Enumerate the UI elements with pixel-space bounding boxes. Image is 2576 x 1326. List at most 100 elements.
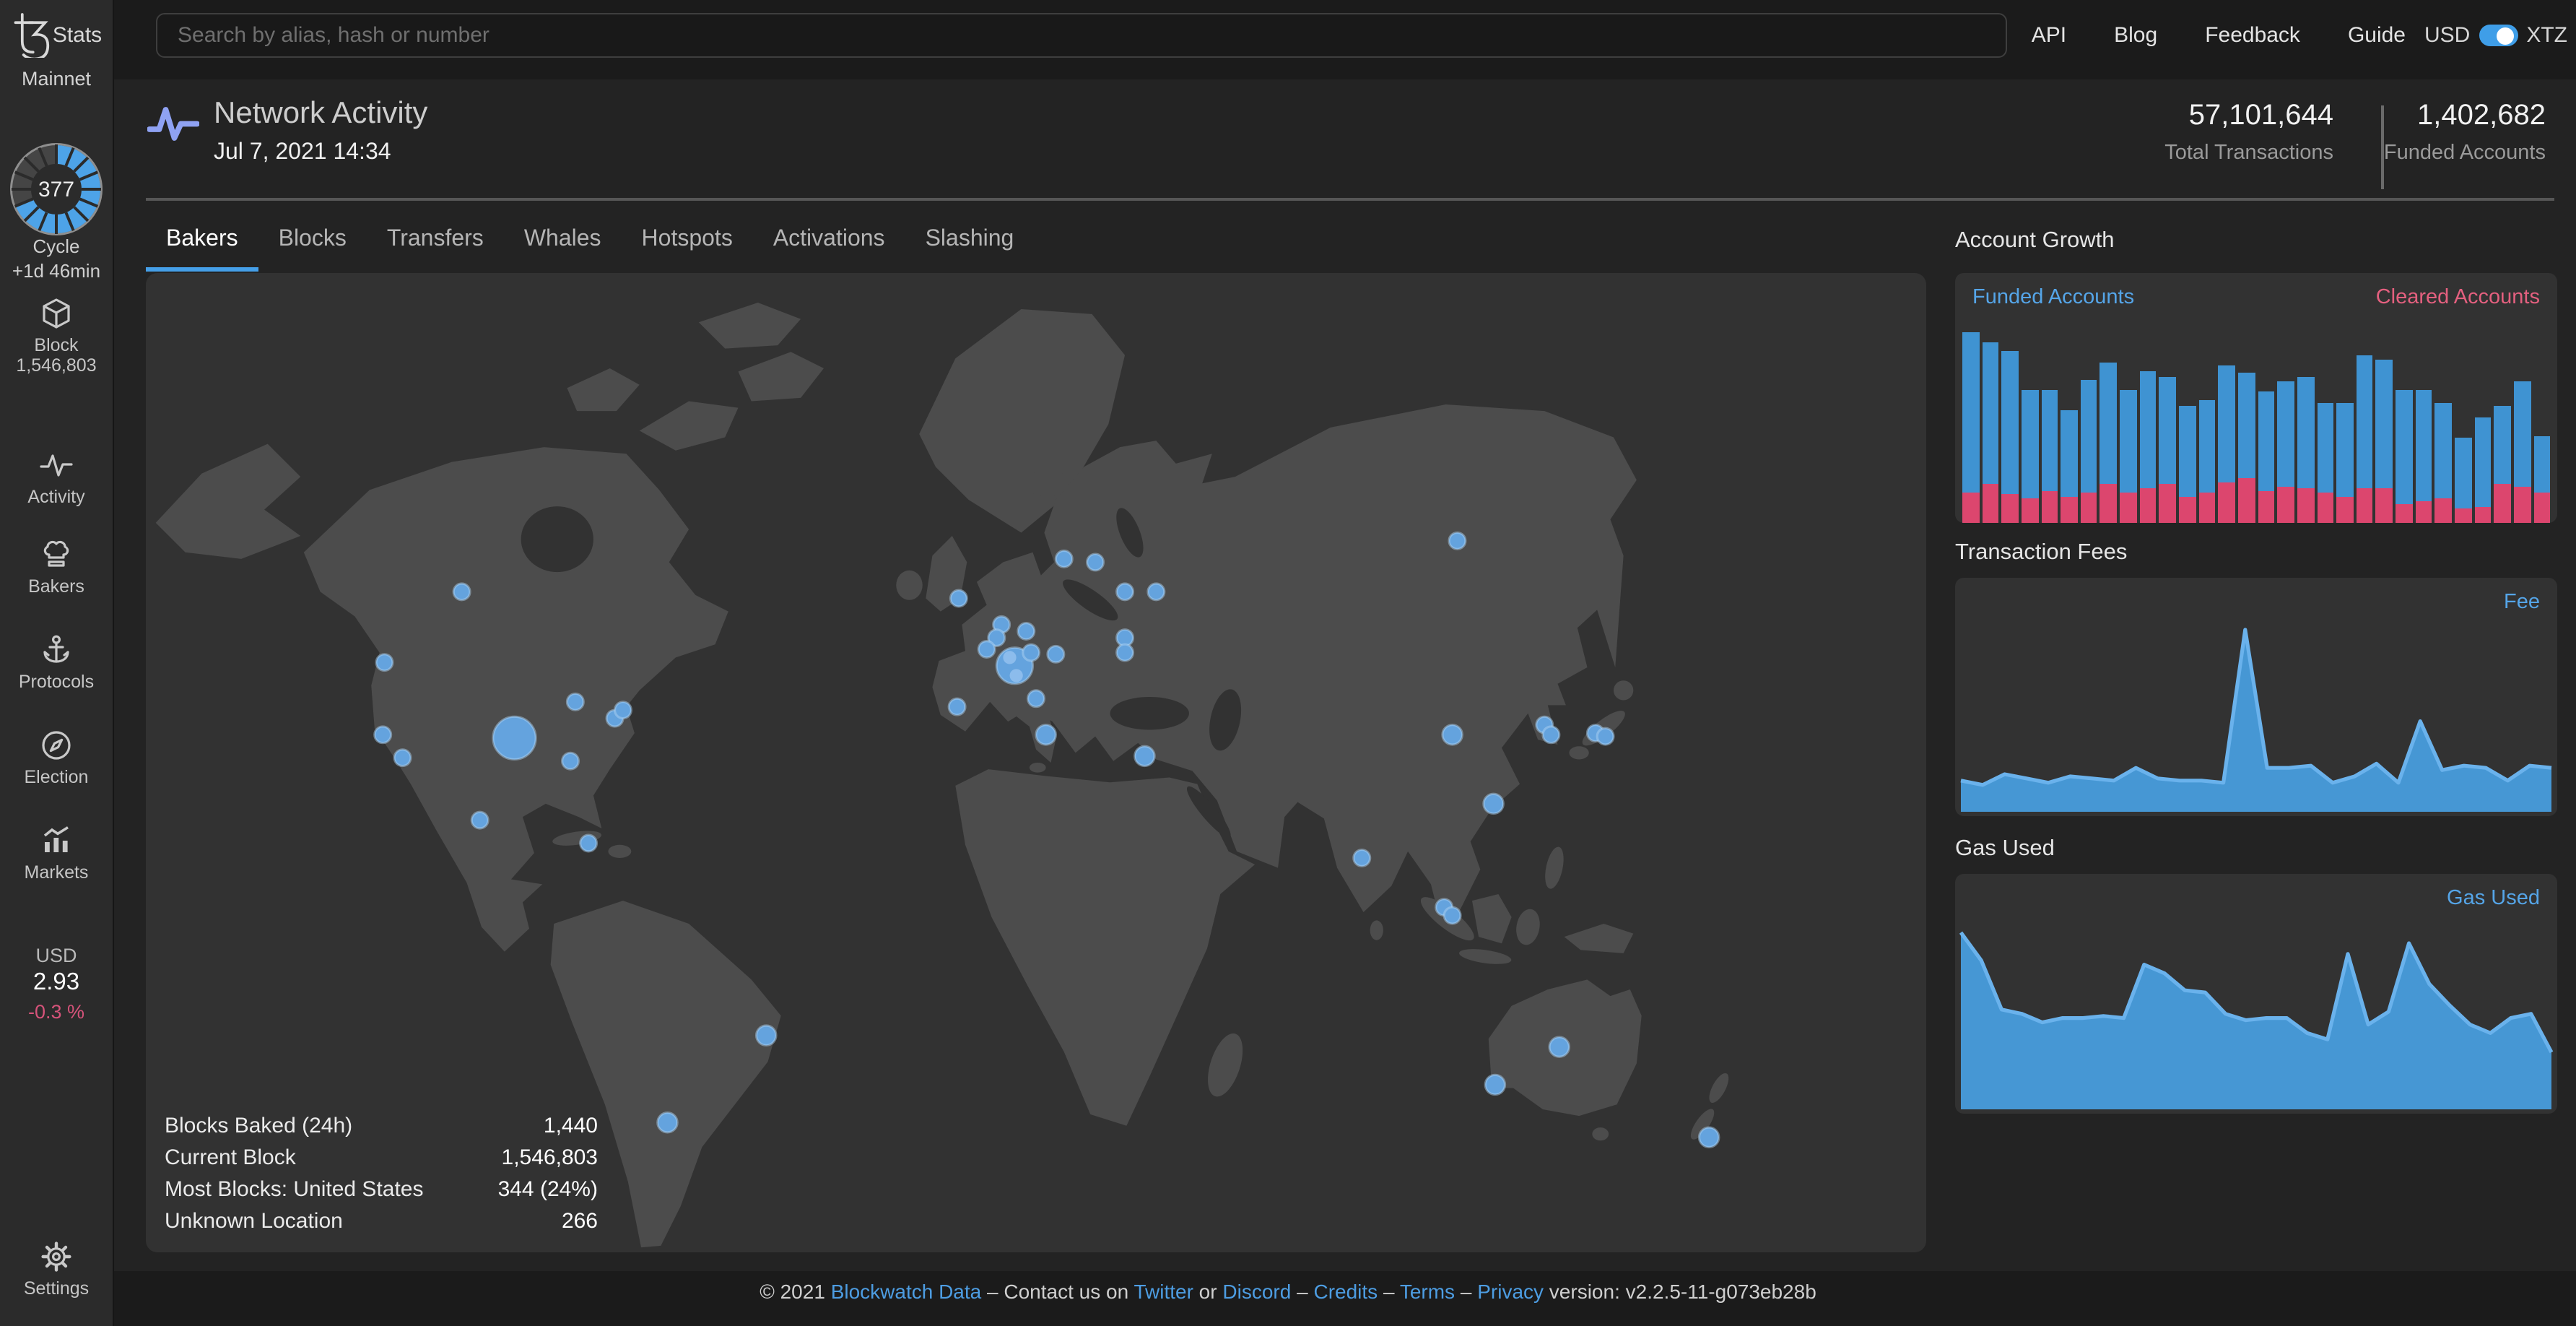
baker-dot[interactable] <box>1135 746 1154 766</box>
baker-dot[interactable] <box>1117 584 1133 600</box>
baker-dot[interactable] <box>1354 850 1370 867</box>
currency-xtz-label: XTZ <box>2526 23 2567 48</box>
sidebar-item-markets[interactable]: Markets <box>0 823 113 883</box>
pulse-icon <box>39 448 74 482</box>
footer-link-terms[interactable]: Terms <box>1400 1280 1455 1303</box>
gas-used-chart[interactable]: Gas Used <box>1955 874 2557 1114</box>
baker-dot[interactable] <box>1087 554 1104 571</box>
growth-bar <box>2002 321 2019 523</box>
baker-dot[interactable] <box>950 590 967 607</box>
tab-whales[interactable]: Whales <box>504 218 622 272</box>
baker-dot[interactable] <box>375 727 391 743</box>
currency-usd-label: USD <box>2424 23 2470 48</box>
gear-icon <box>39 1239 74 1274</box>
cycle-gauge[interactable]: 377 <box>9 142 104 237</box>
growth-bar <box>2100 321 2117 523</box>
baker-dot[interactable] <box>1543 727 1559 743</box>
baker-dot[interactable] <box>1028 690 1045 707</box>
tab-blocks[interactable]: Blocks <box>258 218 367 272</box>
growth-bar <box>2317 321 2333 523</box>
baker-dot[interactable] <box>1056 551 1072 568</box>
growth-bar <box>2061 321 2077 523</box>
baker-dot[interactable] <box>1023 644 1040 661</box>
footer-text: © 2021 <box>760 1280 831 1303</box>
baker-dot[interactable] <box>658 1113 677 1132</box>
account-growth-bars <box>1962 321 2550 523</box>
footer-link-privacy[interactable]: Privacy <box>1477 1280 1544 1303</box>
baker-dot[interactable] <box>1449 532 1466 549</box>
baker-dot[interactable] <box>580 835 597 852</box>
link-guide[interactable]: Guide <box>2348 23 2406 48</box>
growth-bar <box>2297 321 2314 523</box>
baker-dot[interactable] <box>949 698 965 715</box>
transaction-fees-chart[interactable]: Fee <box>1955 578 2557 816</box>
tab-activations[interactable]: Activations <box>753 218 905 272</box>
currency-toggle[interactable] <box>2479 25 2518 46</box>
network-label: Mainnet <box>0 68 113 90</box>
sidebar-item-protocols[interactable]: Protocols <box>0 633 113 692</box>
tab-transfers[interactable]: Transfers <box>367 218 504 272</box>
logo-text: Stats <box>53 22 102 47</box>
search-input[interactable] <box>156 13 2007 58</box>
baker-dot[interactable] <box>1443 725 1462 745</box>
growth-bar <box>2474 321 2491 523</box>
baker-dot[interactable] <box>453 584 470 600</box>
baker-dot[interactable] <box>562 753 579 769</box>
account-growth-chart[interactable]: Funded Accounts Cleared Accounts <box>1955 273 2557 523</box>
baker-dot[interactable] <box>567 693 583 710</box>
footer: © 2021 Blockwatch Data – Contact us on T… <box>0 1280 2576 1303</box>
baker-dot[interactable] <box>757 1026 776 1045</box>
baker-dot[interactable] <box>1117 644 1133 661</box>
baker-dot[interactable] <box>1036 725 1056 745</box>
sidebar-item-bakers[interactable]: Bakers <box>0 537 113 597</box>
price-block[interactable]: USD 2.93 -0.3 % <box>0 945 113 1023</box>
baker-dot[interactable] <box>471 812 488 828</box>
baker-dot[interactable] <box>1549 1037 1569 1057</box>
legend-gas-used[interactable]: Gas Used <box>2447 887 2540 910</box>
link-api[interactable]: API <box>2032 23 2066 48</box>
footer-link-blockwatch-data[interactable]: Blockwatch Data <box>831 1280 982 1303</box>
sidebar-item-block[interactable]: Block1,546,803 <box>0 296 113 376</box>
toggle-knob-icon <box>2496 27 2513 44</box>
tab-slashing[interactable]: Slashing <box>905 218 1035 272</box>
bar-chart-icon <box>39 823 74 858</box>
tezos-logo-icon <box>11 12 51 58</box>
page-timestamp: Jul 7, 2021 14:34 <box>214 140 391 166</box>
footer-link-discord[interactable]: Discord <box>1222 1280 1291 1303</box>
sidebar-item-activity[interactable]: Activity <box>0 448 113 507</box>
growth-bar <box>2081 321 2097 523</box>
baker-dot[interactable] <box>1597 728 1614 745</box>
tab-bakers[interactable]: Bakers <box>146 218 258 272</box>
link-feedback[interactable]: Feedback <box>2205 23 2300 48</box>
legend-fee[interactable]: Fee <box>2504 591 2540 614</box>
compass-icon <box>39 728 74 763</box>
baker-dot[interactable] <box>394 750 411 766</box>
footer-link-credits[interactable]: Credits <box>1313 1280 1378 1303</box>
growth-bar <box>2041 321 2058 523</box>
baker-dot[interactable] <box>1148 584 1165 600</box>
tab-hotspots[interactable]: Hotspots <box>622 218 753 272</box>
baker-dot[interactable] <box>978 641 995 658</box>
baker-dot[interactable] <box>1485 1075 1505 1094</box>
page-title: Network Activity <box>214 97 427 131</box>
baker-dot[interactable] <box>615 702 632 719</box>
footer-text: – Contact us on <box>981 1280 1133 1303</box>
baker-dot[interactable] <box>1018 623 1035 640</box>
footer-link-twitter[interactable]: Twitter <box>1133 1280 1193 1303</box>
sidebar-item-settings[interactable]: Settings <box>0 1239 113 1299</box>
baker-dot[interactable] <box>1048 646 1064 662</box>
baker-dot[interactable] <box>376 654 393 671</box>
link-blog[interactable]: Blog <box>2114 23 2157 48</box>
baker-dot[interactable] <box>1699 1127 1718 1147</box>
tab-bar: BakersBlocksTransfersWhalesHotspotsActiv… <box>146 218 1034 272</box>
baker-dot[interactable] <box>1484 794 1503 813</box>
baker-dot[interactable] <box>1444 907 1461 924</box>
stat-total-transactions: 57,101,644 Total Transactions <box>2164 100 2333 165</box>
tezos-stats-logo[interactable]: Stats <box>0 12 113 58</box>
legend-cleared-accounts[interactable]: Cleared Accounts <box>2376 286 2540 309</box>
baker-dot[interactable] <box>493 716 536 759</box>
legend-funded-accounts[interactable]: Funded Accounts <box>1972 286 2134 309</box>
baker-world-map[interactable]: Blocks Baked (24h)1,440Current Block1,54… <box>146 273 1926 1252</box>
sidebar: Stats Mainnet 377 Cycle +1d 46min Block1… <box>0 0 114 1326</box>
sidebar-item-election[interactable]: Election <box>0 728 113 787</box>
